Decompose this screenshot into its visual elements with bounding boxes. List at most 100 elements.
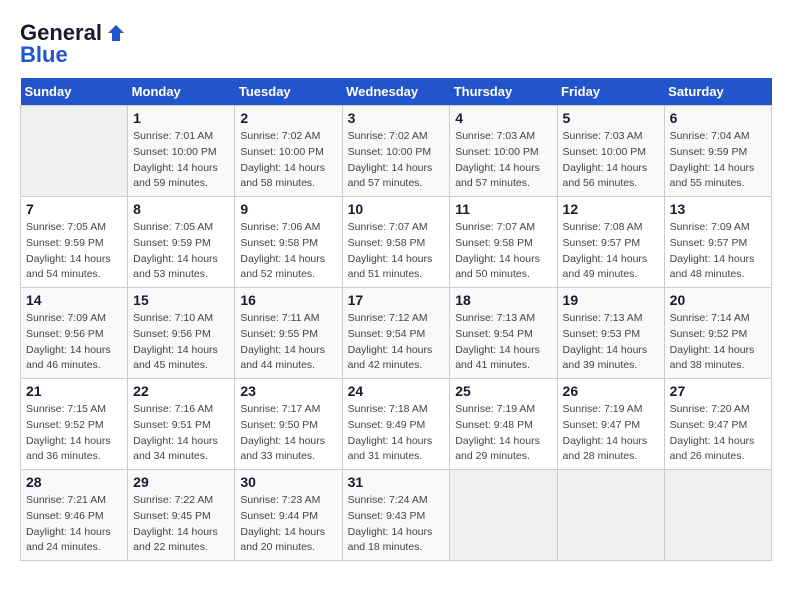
- calendar-cell: 5 Sunrise: 7:03 AM Sunset: 10:00 PM Dayli…: [557, 106, 664, 197]
- day-number: 15: [133, 292, 229, 308]
- day-info: Sunrise: 7:03 AM Sunset: 10:00 PM Daylig…: [455, 129, 551, 192]
- calendar-cell: 26 Sunrise: 7:19 AM Sunset: 9:47 PM Dayli…: [557, 379, 664, 470]
- day-info: Sunrise: 7:09 AM Sunset: 9:56 PM Dayligh…: [26, 311, 122, 374]
- day-info: Sunrise: 7:07 AM Sunset: 9:58 PM Dayligh…: [348, 220, 445, 283]
- day-info: Sunrise: 7:16 AM Sunset: 9:51 PM Dayligh…: [133, 402, 229, 465]
- calendar-cell: 13 Sunrise: 7:09 AM Sunset: 9:57 PM Dayli…: [664, 197, 771, 288]
- calendar-cell: 4 Sunrise: 7:03 AM Sunset: 10:00 PM Dayli…: [450, 106, 557, 197]
- weekday-header-saturday: Saturday: [664, 78, 771, 106]
- day-number: 8: [133, 201, 229, 217]
- day-info: Sunrise: 7:09 AM Sunset: 9:57 PM Dayligh…: [670, 220, 766, 283]
- week-row-3: 14 Sunrise: 7:09 AM Sunset: 9:56 PM Dayli…: [21, 288, 772, 379]
- day-info: Sunrise: 7:07 AM Sunset: 9:58 PM Dayligh…: [455, 220, 551, 283]
- day-info: Sunrise: 7:01 AM Sunset: 10:00 PM Daylig…: [133, 129, 229, 192]
- day-info: Sunrise: 7:10 AM Sunset: 9:56 PM Dayligh…: [133, 311, 229, 374]
- day-info: Sunrise: 7:12 AM Sunset: 9:54 PM Dayligh…: [348, 311, 445, 374]
- day-number: 6: [670, 110, 766, 126]
- day-number: 7: [26, 201, 122, 217]
- logo-blue-text: Blue: [20, 42, 68, 68]
- calendar-cell: 14 Sunrise: 7:09 AM Sunset: 9:56 PM Dayli…: [21, 288, 128, 379]
- day-number: 5: [563, 110, 659, 126]
- calendar-cell: 24 Sunrise: 7:18 AM Sunset: 9:49 PM Dayli…: [342, 379, 450, 470]
- calendar-cell: [21, 106, 128, 197]
- day-number: 14: [26, 292, 122, 308]
- day-number: 27: [670, 383, 766, 399]
- day-number: 24: [348, 383, 445, 399]
- calendar-cell: [557, 470, 664, 561]
- day-number: 1: [133, 110, 229, 126]
- day-number: 10: [348, 201, 445, 217]
- day-info: Sunrise: 7:13 AM Sunset: 9:54 PM Dayligh…: [455, 311, 551, 374]
- day-number: 23: [240, 383, 336, 399]
- day-info: Sunrise: 7:23 AM Sunset: 9:44 PM Dayligh…: [240, 493, 336, 556]
- day-info: Sunrise: 7:05 AM Sunset: 9:59 PM Dayligh…: [133, 220, 229, 283]
- calendar-cell: 29 Sunrise: 7:22 AM Sunset: 9:45 PM Dayli…: [128, 470, 235, 561]
- day-info: Sunrise: 7:21 AM Sunset: 9:46 PM Dayligh…: [26, 493, 122, 556]
- day-info: Sunrise: 7:08 AM Sunset: 9:57 PM Dayligh…: [563, 220, 659, 283]
- weekday-header-tuesday: Tuesday: [235, 78, 342, 106]
- weekday-header-friday: Friday: [557, 78, 664, 106]
- day-info: Sunrise: 7:24 AM Sunset: 9:43 PM Dayligh…: [348, 493, 445, 556]
- calendar-cell: 28Sunrise: 7:21 AM Sunset: 9:46 PM Dayli…: [21, 470, 128, 561]
- day-info: Sunrise: 7:19 AM Sunset: 9:47 PM Dayligh…: [563, 402, 659, 465]
- day-info: Sunrise: 7:22 AM Sunset: 9:45 PM Dayligh…: [133, 493, 229, 556]
- calendar-cell: 3 Sunrise: 7:02 AM Sunset: 10:00 PM Dayli…: [342, 106, 450, 197]
- calendar-table: SundayMondayTuesdayWednesdayThursdayFrid…: [20, 78, 772, 561]
- day-number: 11: [455, 201, 551, 217]
- calendar-cell: 17 Sunrise: 7:12 AM Sunset: 9:54 PM Dayli…: [342, 288, 450, 379]
- calendar-cell: 21 Sunrise: 7:15 AM Sunset: 9:52 PM Dayli…: [21, 379, 128, 470]
- day-info: Sunrise: 7:11 AM Sunset: 9:55 PM Dayligh…: [240, 311, 336, 374]
- day-number: 31: [348, 474, 445, 490]
- week-row-4: 21 Sunrise: 7:15 AM Sunset: 9:52 PM Dayli…: [21, 379, 772, 470]
- calendar-cell: 22 Sunrise: 7:16 AM Sunset: 9:51 PM Dayli…: [128, 379, 235, 470]
- day-number: 4: [455, 110, 551, 126]
- calendar-cell: 19Sunrise: 7:13 AM Sunset: 9:53 PM Dayli…: [557, 288, 664, 379]
- calendar-cell: 7 Sunrise: 7:05 AM Sunset: 9:59 PM Daylig…: [21, 197, 128, 288]
- calendar-cell: 23 Sunrise: 7:17 AM Sunset: 9:50 PM Dayli…: [235, 379, 342, 470]
- day-info: Sunrise: 7:02 AM Sunset: 10:00 PM Daylig…: [240, 129, 336, 192]
- day-number: 18: [455, 292, 551, 308]
- day-info: Sunrise: 7:17 AM Sunset: 9:50 PM Dayligh…: [240, 402, 336, 465]
- day-number: 9: [240, 201, 336, 217]
- day-info: Sunrise: 7:14 AM Sunset: 9:52 PM Dayligh…: [670, 311, 766, 374]
- calendar-cell: 6Sunrise: 7:04 AM Sunset: 9:59 PM Daylig…: [664, 106, 771, 197]
- day-number: 30: [240, 474, 336, 490]
- day-number: 3: [348, 110, 445, 126]
- calendar-cell: 30 Sunrise: 7:23 AM Sunset: 9:44 PM Dayli…: [235, 470, 342, 561]
- weekday-header-wednesday: Wednesday: [342, 78, 450, 106]
- calendar-cell: 2Sunrise: 7:02 AM Sunset: 10:00 PM Dayli…: [235, 106, 342, 197]
- day-info: Sunrise: 7:15 AM Sunset: 9:52 PM Dayligh…: [26, 402, 122, 465]
- week-row-5: 28Sunrise: 7:21 AM Sunset: 9:46 PM Dayli…: [21, 470, 772, 561]
- calendar-cell: 25 Sunrise: 7:19 AM Sunset: 9:48 PM Dayli…: [450, 379, 557, 470]
- calendar-cell: 9Sunrise: 7:06 AM Sunset: 9:58 PM Daylig…: [235, 197, 342, 288]
- calendar-cell: 8 Sunrise: 7:05 AM Sunset: 9:59 PM Daylig…: [128, 197, 235, 288]
- weekday-header-monday: Monday: [128, 78, 235, 106]
- day-number: 21: [26, 383, 122, 399]
- day-info: Sunrise: 7:19 AM Sunset: 9:48 PM Dayligh…: [455, 402, 551, 465]
- calendar-cell: 11 Sunrise: 7:07 AM Sunset: 9:58 PM Dayli…: [450, 197, 557, 288]
- weekday-header-thursday: Thursday: [450, 78, 557, 106]
- day-number: 25: [455, 383, 551, 399]
- calendar-cell: 10 Sunrise: 7:07 AM Sunset: 9:58 PM Dayli…: [342, 197, 450, 288]
- day-info: Sunrise: 7:03 AM Sunset: 10:00 PM Daylig…: [563, 129, 659, 192]
- page-header: General Blue: [20, 20, 772, 68]
- day-number: 29: [133, 474, 229, 490]
- calendar-cell: 20 Sunrise: 7:14 AM Sunset: 9:52 PM Dayli…: [664, 288, 771, 379]
- day-number: 22: [133, 383, 229, 399]
- day-number: 13: [670, 201, 766, 217]
- logo: General Blue: [20, 20, 126, 68]
- calendar-cell: 1 Sunrise: 7:01 AM Sunset: 10:00 PM Dayli…: [128, 106, 235, 197]
- day-info: Sunrise: 7:02 AM Sunset: 10:00 PM Daylig…: [348, 129, 445, 192]
- day-number: 20: [670, 292, 766, 308]
- day-number: 26: [563, 383, 659, 399]
- calendar-cell: 18 Sunrise: 7:13 AM Sunset: 9:54 PM Dayli…: [450, 288, 557, 379]
- day-info: Sunrise: 7:05 AM Sunset: 9:59 PM Dayligh…: [26, 220, 122, 283]
- day-info: Sunrise: 7:20 AM Sunset: 9:47 PM Dayligh…: [670, 402, 766, 465]
- week-row-1: 1 Sunrise: 7:01 AM Sunset: 10:00 PM Dayli…: [21, 106, 772, 197]
- calendar-cell: 15 Sunrise: 7:10 AM Sunset: 9:56 PM Dayli…: [128, 288, 235, 379]
- calendar-cell: [450, 470, 557, 561]
- day-number: 19: [563, 292, 659, 308]
- day-number: 17: [348, 292, 445, 308]
- day-info: Sunrise: 7:18 AM Sunset: 9:49 PM Dayligh…: [348, 402, 445, 465]
- calendar-cell: 16Sunrise: 7:11 AM Sunset: 9:55 PM Dayli…: [235, 288, 342, 379]
